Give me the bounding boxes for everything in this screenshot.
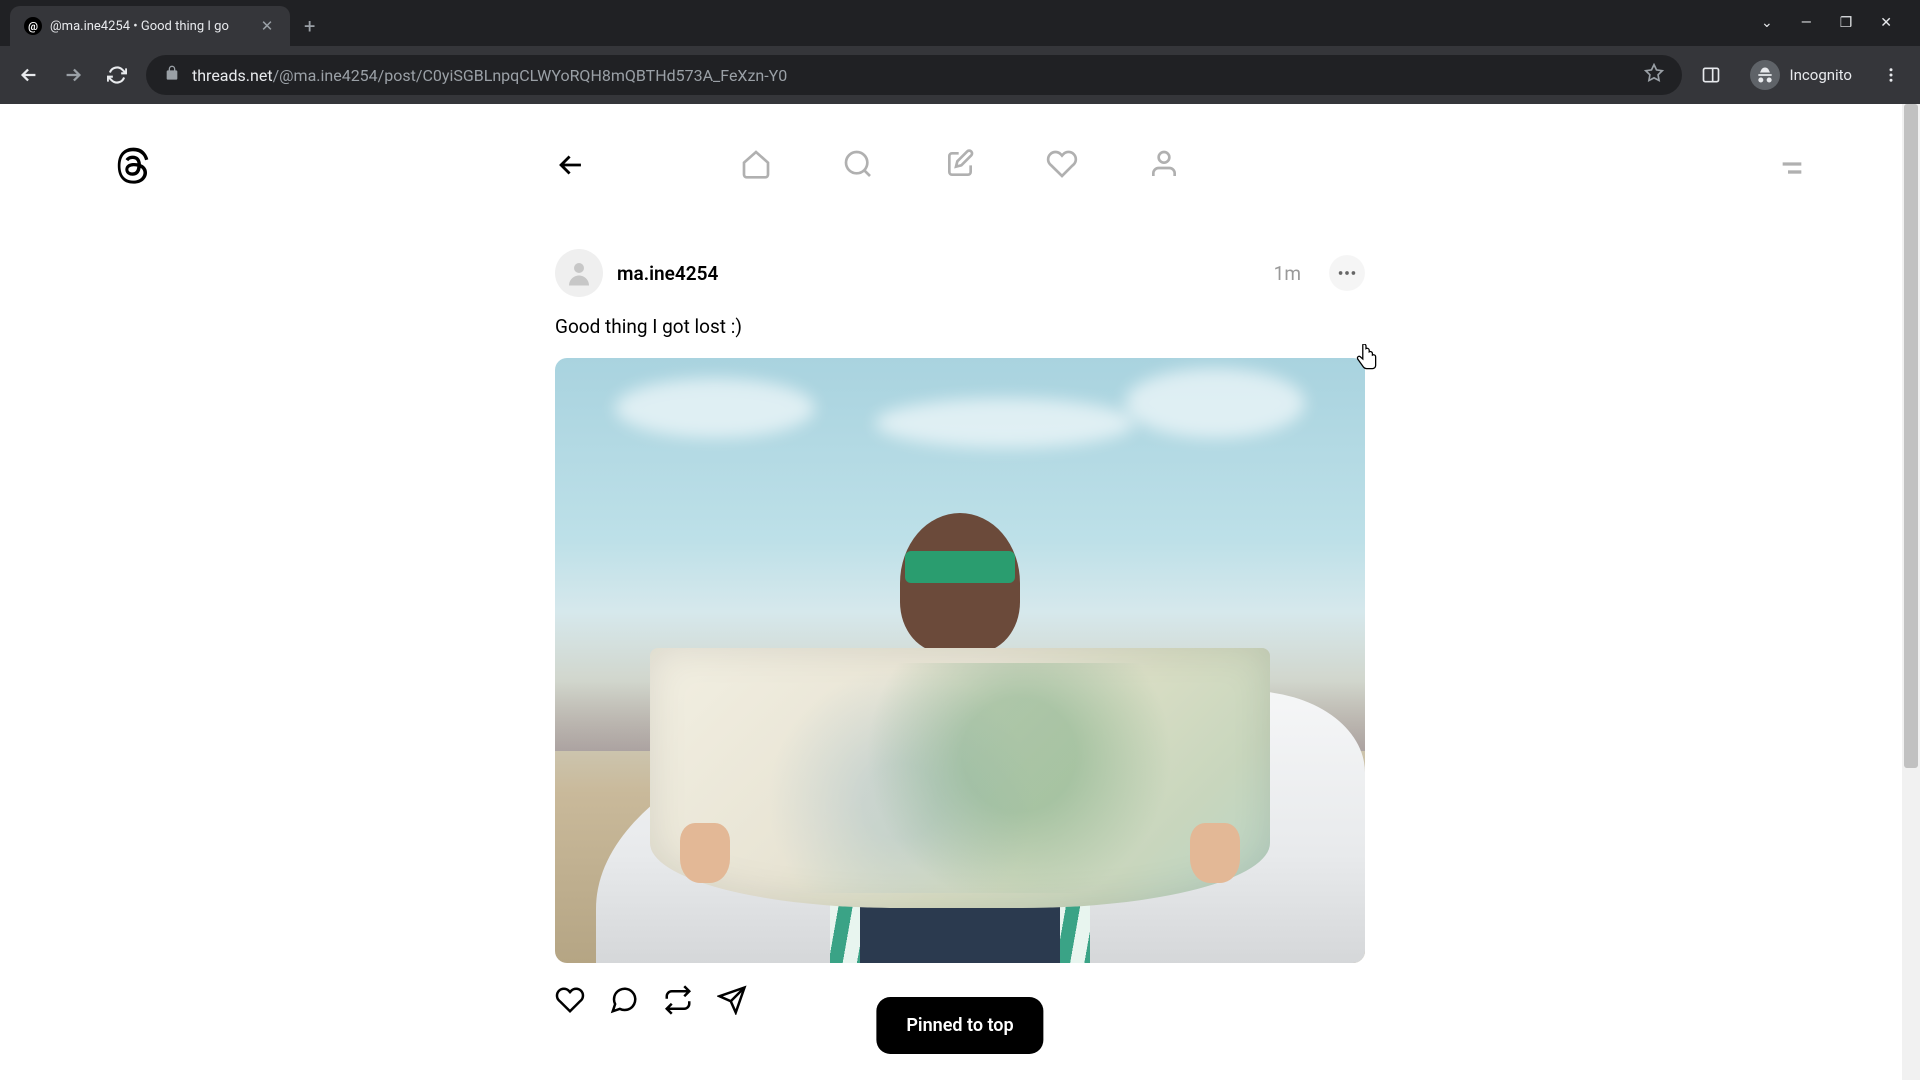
lock-icon <box>164 65 180 85</box>
scrollbar-track[interactable] <box>1902 104 1920 1080</box>
post-header: ma.ine4254 1m <box>555 249 1365 297</box>
new-tab-button[interactable]: + <box>304 14 315 38</box>
post-image[interactable] <box>555 358 1365 963</box>
incognito-label: Incognito <box>1790 66 1852 84</box>
chrome-menu-icon[interactable] <box>1876 60 1906 90</box>
search-icon[interactable] <box>842 148 874 180</box>
header-row <box>0 104 1920 194</box>
browser-chrome: @ @ma.ine4254 • Good thing I go ✕ + ⌄ — … <box>0 0 1920 104</box>
tabs-dropdown-icon[interactable]: ⌄ <box>1761 15 1773 31</box>
url-text: threads.net/@ma.ine4254/post/C0yiSGBLnpq… <box>192 66 787 85</box>
timestamp: 1m <box>1274 262 1301 285</box>
share-button[interactable] <box>717 985 747 1015</box>
maximize-icon[interactable]: ❐ <box>1840 15 1853 31</box>
threads-favicon: @ <box>24 17 42 35</box>
incognito-icon <box>1750 60 1780 90</box>
home-icon[interactable] <box>740 148 772 180</box>
menu-icon[interactable] <box>1776 152 1808 188</box>
post: ma.ine4254 1m Good thing I got lost :) <box>555 249 1365 1015</box>
avatar[interactable] <box>555 249 603 297</box>
username[interactable]: ma.ine4254 <box>617 262 718 285</box>
side-panel-icon[interactable] <box>1696 60 1726 90</box>
incognito-badge[interactable]: Incognito <box>1740 60 1862 90</box>
repost-button[interactable] <box>663 985 693 1015</box>
reload-button[interactable] <box>102 60 132 90</box>
close-window-icon[interactable]: ✕ <box>1880 15 1892 31</box>
tab-bar: @ @ma.ine4254 • Good thing I go ✕ + ⌄ — … <box>0 0 1920 46</box>
forward-button[interactable] <box>58 60 88 90</box>
like-button[interactable] <box>555 985 585 1015</box>
activity-icon[interactable] <box>1046 148 1078 180</box>
page-content: ma.ine4254 1m Good thing I got lost :) <box>0 104 1920 1080</box>
profile-icon[interactable] <box>1148 148 1180 180</box>
address-bar: threads.net/@ma.ine4254/post/C0yiSGBLnpq… <box>0 46 1920 104</box>
window-controls: ⌄ — ❐ ✕ <box>1761 15 1910 31</box>
reply-button[interactable] <box>609 985 639 1015</box>
browser-tab[interactable]: @ @ma.ine4254 • Good thing I go ✕ <box>10 6 290 46</box>
scrollbar-thumb[interactable] <box>1904 104 1918 768</box>
create-icon[interactable] <box>944 148 976 180</box>
close-tab-icon[interactable]: ✕ <box>258 17 276 35</box>
more-button[interactable] <box>1329 255 1365 291</box>
back-button[interactable] <box>14 60 44 90</box>
minimize-icon[interactable]: — <box>1801 15 1812 31</box>
toast: Pinned to top <box>876 997 1043 1054</box>
tab-title: @ma.ine4254 • Good thing I go <box>50 19 250 34</box>
url-box[interactable]: threads.net/@ma.ine4254/post/C0yiSGBLnpq… <box>146 55 1682 95</box>
back-arrow-button[interactable] <box>554 148 588 186</box>
nav-icons <box>740 148 1180 180</box>
threads-logo[interactable] <box>112 144 152 192</box>
bookmark-star-icon[interactable] <box>1644 63 1664 87</box>
toast-message: Pinned to top <box>906 1015 1013 1036</box>
post-text: Good thing I got lost :) <box>555 315 1365 338</box>
